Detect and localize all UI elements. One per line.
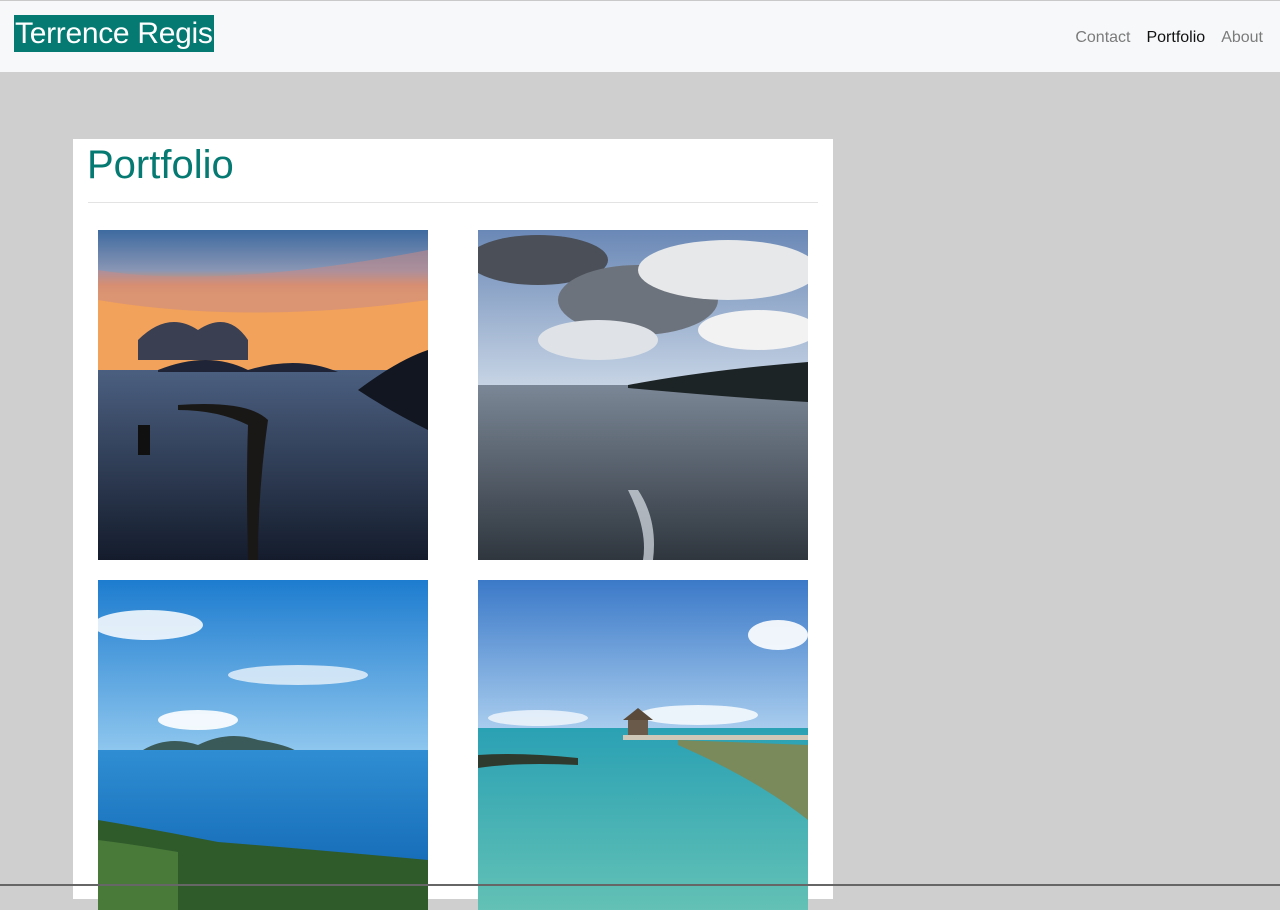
portfolio-photo-bay[interactable] xyxy=(98,580,428,910)
portfolio-card: Portfolio xyxy=(73,139,833,910)
photo-bay-image xyxy=(98,580,428,910)
photo-clouds-image xyxy=(478,230,808,560)
portfolio-photo-clouds[interactable] xyxy=(478,230,808,560)
divider xyxy=(88,202,818,203)
nav-link-contact[interactable]: Contact xyxy=(1075,27,1130,49)
page-title: Portfolio xyxy=(87,143,234,187)
nav-link-about[interactable]: About xyxy=(1221,27,1263,49)
nav-link-portfolio[interactable]: Portfolio xyxy=(1146,27,1205,49)
top-navbar: Terrence Regis Contact Portfolio About xyxy=(0,0,1280,72)
photo-lagoon-image xyxy=(478,580,808,910)
portfolio-photo-lagoon[interactable] xyxy=(478,580,808,910)
portfolio-photo-sunset[interactable] xyxy=(98,230,428,560)
brand-link[interactable]: Terrence Regis xyxy=(14,15,214,52)
nav-links: Contact Portfolio About xyxy=(1075,27,1263,49)
photo-sunset-image xyxy=(98,230,428,560)
